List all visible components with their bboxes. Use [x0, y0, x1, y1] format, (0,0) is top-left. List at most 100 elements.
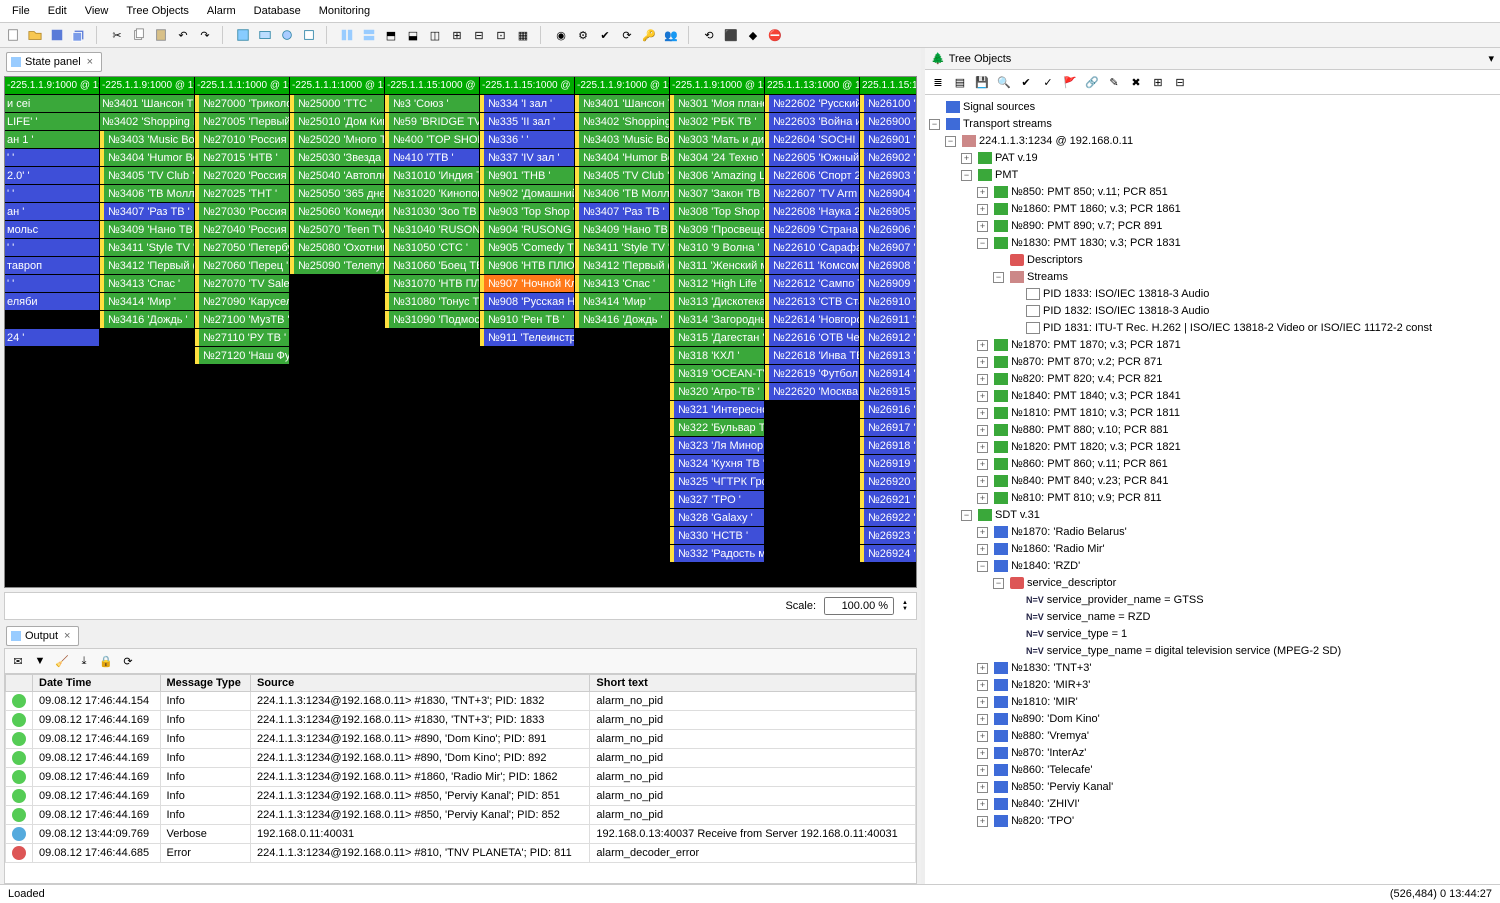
channel-cell[interactable]: ' ': [5, 149, 99, 167]
channel-cell[interactable]: №301 'Моя планета: [670, 95, 764, 113]
channel-cell[interactable]: №3404 'Humor Box ': [575, 149, 669, 167]
channel-cell[interactable]: №22610 'Сарафан ': [765, 239, 859, 257]
tool-d-icon[interactable]: [300, 26, 318, 44]
expander-icon[interactable]: +: [977, 374, 988, 385]
tree-node[interactable]: +№1860: 'Radio Mir': [929, 541, 1496, 558]
panel-menu-icon[interactable]: ▾: [1488, 52, 1494, 65]
link-icon[interactable]: 🔗: [1083, 73, 1101, 91]
tool-r-icon[interactable]: 🔑: [640, 26, 658, 44]
tool-k-icon[interactable]: ⊟: [470, 26, 488, 44]
channel-cell[interactable]: №22603 'Война и Ми: [765, 113, 859, 131]
paste-icon[interactable]: [152, 26, 170, 44]
channel-cell[interactable]: №26905 'Экран 5 ': [860, 203, 917, 221]
expander-icon[interactable]: +: [977, 544, 988, 555]
channel-cell[interactable]: №26912 'Экран 12 ': [860, 329, 917, 347]
channel-cell[interactable]: ан ': [5, 203, 99, 221]
save-all-icon[interactable]: [70, 26, 88, 44]
channel-cell[interactable]: №22608 'Наука 2.0 ': [765, 203, 859, 221]
channel-cell[interactable]: №25010 'Дом Кино ': [290, 113, 384, 131]
tree-node[interactable]: +№870: PMT 870; v.2; PCR 871: [929, 354, 1496, 371]
channel-cell[interactable]: №26913 'Экран 13 ': [860, 347, 917, 365]
tool-f-icon[interactable]: [360, 26, 378, 44]
channel-cell[interactable]: тавроп: [5, 257, 99, 275]
channel-cell[interactable]: №26903 'Экран 3 ': [860, 167, 917, 185]
check-icon[interactable]: ✓: [1039, 73, 1057, 91]
tool-j-icon[interactable]: ⊞: [448, 26, 466, 44]
output-table[interactable]: Date TimeMessage TypeSourceShort text 09…: [4, 674, 917, 884]
expander-icon[interactable]: +: [977, 714, 988, 725]
channel-cell[interactable]: №25070 'Teen TV ': [290, 221, 384, 239]
channel-cell[interactable]: и сеі: [5, 95, 99, 113]
tab-output[interactable]: Output ×: [6, 626, 79, 646]
channel-cell[interactable]: №31060 'Боец ТВ ': [385, 257, 479, 275]
tab-state-panel[interactable]: State panel ×: [6, 52, 102, 72]
expander-icon[interactable]: +: [977, 187, 988, 198]
tool-n-icon[interactable]: ◉: [552, 26, 570, 44]
expander-icon[interactable]: +: [977, 731, 988, 742]
channel-cell[interactable]: еляби: [5, 293, 99, 311]
channel-cell[interactable]: №310 '9 Волна ': [670, 239, 764, 257]
channel-cell[interactable]: №26100 'k_rai: [860, 95, 917, 113]
tool-w-icon[interactable]: ⛔: [766, 26, 784, 44]
filter-icon[interactable]: ▼: [31, 652, 49, 670]
channel-cell[interactable]: №26907 'Экран 7 ': [860, 239, 917, 257]
tree-node[interactable]: +№1860: PMT 1860; v.3; PCR 1861: [929, 201, 1496, 218]
edit-icon[interactable]: ✎: [1105, 73, 1123, 91]
channel-cell[interactable]: №312 'High Life ': [670, 275, 764, 293]
channel-cell[interactable]: №323 'Ля Минор ': [670, 437, 764, 455]
tree-node[interactable]: +№1870: PMT 1870; v.3; PCR 1871: [929, 337, 1496, 354]
channel-cell[interactable]: №328 'Galaxy ': [670, 509, 764, 527]
channel-cell[interactable]: №27050 'Петербург-: [195, 239, 289, 257]
tree-node[interactable]: +№850: PMT 850; v.11; PCR 851: [929, 184, 1496, 201]
channel-cell[interactable]: №318 'КХЛ ': [670, 347, 764, 365]
channel-cell[interactable]: №3414 'Мир ': [575, 293, 669, 311]
channel-cell[interactable]: №27040 'Россия 24 ': [195, 221, 289, 239]
expander-icon[interactable]: +: [977, 680, 988, 691]
tree-node[interactable]: +№1840: PMT 1840; v.3; PCR 1841: [929, 388, 1496, 405]
channel-cell[interactable]: №25000 'ТТС ': [290, 95, 384, 113]
tree-node[interactable]: +№850: 'Perviy Kanal': [929, 779, 1496, 796]
channel-cell[interactable]: №3407 'Раз ТВ ': [575, 203, 669, 221]
channel-cell[interactable]: №27010 'Россия 1 ': [195, 131, 289, 149]
channel-cell[interactable]: №22602 'Русский сев: [765, 95, 859, 113]
tool-h-icon[interactable]: ⬓: [404, 26, 422, 44]
tool-e-icon[interactable]: [338, 26, 356, 44]
tree-node[interactable]: −№1830: PMT 1830; v.3; PCR 1831: [929, 235, 1496, 252]
channel-cell[interactable]: №314 'Загородный: [670, 311, 764, 329]
expander-icon[interactable]: +: [977, 816, 988, 827]
channel-cell[interactable]: №26914 'Экран 14 ': [860, 365, 917, 383]
channel-cell[interactable]: №31050 'СТС ': [385, 239, 479, 257]
channel-cell[interactable]: №3416 'Дождь ': [100, 311, 194, 329]
tree-node[interactable]: +№820: PMT 820; v.4; PCR 821: [929, 371, 1496, 388]
tree-node[interactable]: N=Vservice_name = RZD: [929, 609, 1496, 626]
channel-cell[interactable]: №302 'РБК ТВ ': [670, 113, 764, 131]
expander-icon[interactable]: +: [977, 527, 988, 538]
channel-cell[interactable]: №335 'II зал ': [480, 113, 574, 131]
mail-icon[interactable]: ✉: [9, 652, 27, 670]
channel-cell[interactable]: №26904 'Экран 4 ': [860, 185, 917, 203]
lock-icon[interactable]: 🔒: [97, 652, 115, 670]
menu-view[interactable]: View: [77, 2, 117, 20]
channel-cell[interactable]: LIFE' ': [5, 113, 99, 131]
channel-cell[interactable]: №319 'OCEAN-TV ': [670, 365, 764, 383]
save-icon[interactable]: 💾: [973, 73, 991, 91]
channel-cell[interactable]: №31040 'RUSONG TV ': [385, 221, 479, 239]
channel-cell[interactable]: №327 'ТРО ': [670, 491, 764, 509]
expander-icon[interactable]: +: [977, 408, 988, 419]
tree-node[interactable]: N=Vservice_type_name = digital televisio…: [929, 643, 1496, 660]
channel-cell[interactable]: №332 'Радость моя ': [670, 545, 764, 563]
tree-node[interactable]: +№890: 'Dom Kino': [929, 711, 1496, 728]
channel-cell[interactable]: №27000 'ТриколорТВ: [195, 95, 289, 113]
channel-cell[interactable]: №3401 'Шансон ТВ ': [100, 95, 194, 113]
channel-cell[interactable]: №3416 'Дождь ': [575, 311, 669, 329]
expander-icon[interactable]: +: [977, 476, 988, 487]
channel-cell[interactable]: №3413 'Спас ': [575, 275, 669, 293]
menu-file[interactable]: File: [4, 2, 38, 20]
tree-node[interactable]: PID 1833: ISO/IEC 13818-3 Audio: [929, 286, 1496, 303]
expander-icon[interactable]: +: [961, 153, 972, 164]
log-row[interactable]: 09.08.12 17:46:44.169Info224.1.1.3:1234@…: [6, 711, 916, 730]
channel-cell[interactable]: №25080 'Охотник и р: [290, 239, 384, 257]
channel-cell[interactable]: №25030 'Звезда ': [290, 149, 384, 167]
tree-node[interactable]: PID 1832: ISO/IEC 13818-3 Audio: [929, 303, 1496, 320]
channel-cell[interactable]: №321 'Интересное Т: [670, 401, 764, 419]
